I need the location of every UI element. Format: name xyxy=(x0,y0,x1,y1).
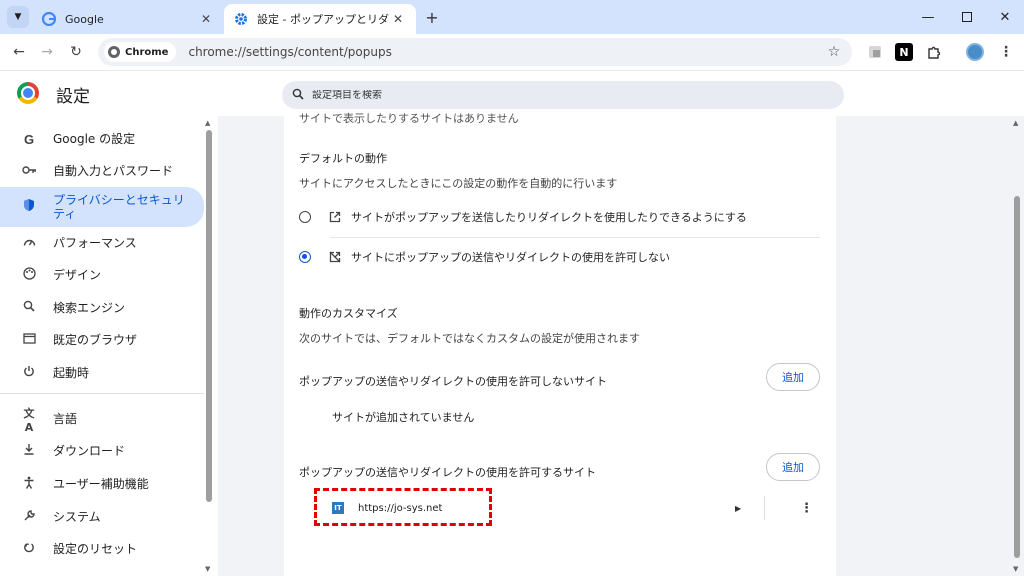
minimize-button[interactable]: — xyxy=(909,0,947,34)
radio-label: サイトにポップアップの送信やリダイレクトの使用を許可しない xyxy=(351,251,670,264)
search-icon xyxy=(21,300,37,316)
google-g-icon xyxy=(42,12,56,26)
add-blocked-site-button[interactable]: 追加 xyxy=(766,363,820,391)
reload-icon: ↻ xyxy=(70,44,82,60)
download-icon xyxy=(21,443,37,459)
browser-window-icon xyxy=(21,332,37,348)
highlight-box xyxy=(314,488,492,526)
sidebar-item-reset[interactable]: 設定のリセット xyxy=(0,531,204,567)
menu-button[interactable]: ⋮ xyxy=(995,41,1017,63)
custom-behavior-description: 次のサイトでは、デフォルトではなくカスタムの設定が使用されます xyxy=(299,332,640,345)
reset-icon xyxy=(21,541,37,557)
scroll-down-arrow-icon[interactable]: ▼ xyxy=(1013,565,1018,573)
radio-button[interactable] xyxy=(299,211,311,223)
custom-behavior-heading: 動作のカスタマイズ xyxy=(299,307,398,320)
browser-toolbar: ← → ↻ Chrome chrome://settings/content/p… xyxy=(0,34,1024,70)
palette-icon xyxy=(21,266,37,284)
kebab-menu-icon: ⋮ xyxy=(999,44,1013,60)
sidebar-scrollbar[interactable] xyxy=(206,130,212,502)
chrome-logo-icon xyxy=(17,82,39,104)
tab-google[interactable]: Google ✕ xyxy=(32,4,224,34)
address-bar[interactable]: Chrome chrome://settings/content/popups … xyxy=(98,38,852,66)
reload-button[interactable]: ↻ xyxy=(65,41,87,63)
square-icon xyxy=(962,12,972,22)
sidebar-item-default-browser[interactable]: 既定のブラウザ xyxy=(0,322,204,358)
google-g-icon: G xyxy=(23,131,35,147)
chip-label: Chrome xyxy=(125,46,169,58)
translate-icon: 文A xyxy=(23,406,35,434)
block-list-heading: ポップアップの送信やリダイレクトの使用を許可しないサイト xyxy=(299,375,607,388)
sidebar-item-privacy[interactable]: プライバシーとセキュリティ xyxy=(0,187,204,227)
main-scrollbar[interactable] xyxy=(1014,196,1020,558)
puzzle-icon[interactable] xyxy=(924,43,942,61)
divider xyxy=(764,496,765,520)
settings-search[interactable] xyxy=(282,81,844,109)
scroll-up-arrow-icon[interactable]: ▲ xyxy=(1013,119,1018,127)
gauge-icon xyxy=(21,236,37,251)
url-text[interactable]: chrome://settings/content/popups xyxy=(188,45,822,59)
sidebar-item-autofill[interactable]: 自動入力とパスワード xyxy=(0,153,204,189)
sidebar-item-search-engine[interactable]: 検索エンジン xyxy=(0,290,204,326)
radio-button-checked[interactable] xyxy=(299,251,311,263)
tab-title: 設定 - ポップアップとリダイレクト xyxy=(257,13,390,26)
site-chip[interactable]: Chrome xyxy=(104,42,177,62)
default-behavior-description: サイトにアクセスしたときにこの設定の動作を自動的に行います xyxy=(299,177,618,190)
sidebar-item-languages[interactable]: 文A 言語 xyxy=(0,401,204,437)
main-content: サイトで表示したりするサイトはありません デフォルトの動作 サイトにアクセスした… xyxy=(218,112,1018,576)
radio-block-popups[interactable]: サイトにポップアップの送信やリダイレクトの使用を許可しない xyxy=(299,238,819,276)
sidebar-item-downloads[interactable]: ダウンロード xyxy=(0,433,204,469)
add-allowed-site-button[interactable]: 追加 xyxy=(766,453,820,481)
maximize-button[interactable] xyxy=(948,0,986,34)
gear-icon xyxy=(234,12,248,26)
back-button[interactable]: ← xyxy=(8,41,30,63)
sidebar-divider xyxy=(0,393,204,394)
tab-search-button[interactable]: ▼ xyxy=(7,6,29,28)
more-actions-icon[interactable]: ⋮ xyxy=(800,501,813,516)
sidebar: G Google の設定 自動入力とパスワード プライバシーとセキュリティ パフ… xyxy=(0,116,218,576)
sidebar-item-system[interactable]: システム xyxy=(0,499,204,535)
tab-title: Google xyxy=(65,12,104,26)
arrow-left-icon: ← xyxy=(13,44,25,60)
key-icon xyxy=(21,164,37,179)
arrow-right-icon: → xyxy=(41,44,53,60)
search-input[interactable] xyxy=(312,89,712,101)
avatar[interactable] xyxy=(966,43,984,61)
empty-list-text: サイトが追加されていません xyxy=(332,411,475,424)
clipped-text: サイトで表示したりするサイトはありません xyxy=(299,112,519,125)
close-window-button[interactable]: ✕ xyxy=(986,0,1024,34)
sidebar-item-performance[interactable]: パフォーマンス xyxy=(0,225,204,261)
sidebar-item-google[interactable]: G Google の設定 xyxy=(0,121,204,157)
sidebar-item-accessibility[interactable]: ユーザー補助機能 xyxy=(0,466,204,502)
tab-strip: ▼ Google ✕ 設定 - ポップアップとリダイレクト ✕ + — ✕ xyxy=(0,0,1024,34)
popup-blocked-icon xyxy=(329,251,341,263)
open-in-new-icon xyxy=(329,211,341,223)
default-behavior-heading: デフォルトの動作 xyxy=(299,152,387,165)
extension-icon[interactable] xyxy=(866,43,884,61)
page-title: 設定 xyxy=(56,87,90,107)
star-icon[interactable]: ☆ xyxy=(822,44,846,60)
accessibility-icon xyxy=(21,476,37,493)
chevron-down-icon: ▼ xyxy=(14,12,22,22)
sidebar-item-startup[interactable]: 起動時 xyxy=(0,355,204,391)
forward-button[interactable]: → xyxy=(36,41,58,63)
sidebar-item-appearance[interactable]: デザイン xyxy=(0,257,204,293)
tab-settings[interactable]: 設定 - ポップアップとリダイレクト ✕ xyxy=(224,4,416,34)
close-icon[interactable]: ✕ xyxy=(198,11,214,27)
wrench-icon xyxy=(21,509,37,526)
search-icon xyxy=(292,88,306,103)
notion-icon[interactable]: N xyxy=(895,43,913,61)
scroll-up-arrow-icon[interactable]: ▲ xyxy=(205,119,210,127)
new-tab-button[interactable]: + xyxy=(421,6,443,28)
shield-icon xyxy=(21,198,37,216)
allow-list-heading: ポップアップの送信やリダイレクトの使用を許可するサイト xyxy=(299,466,596,479)
radio-allow-popups[interactable]: サイトがポップアップを送信したりリダイレクトを使用したりできるようにする xyxy=(299,198,819,236)
expand-arrow-icon[interactable]: ▶ xyxy=(735,504,741,513)
power-icon xyxy=(21,365,37,381)
close-icon[interactable]: ✕ xyxy=(390,11,406,27)
chrome-icon xyxy=(108,46,120,58)
radio-label: サイトがポップアップを送信したりリダイレクトを使用したりできるようにする xyxy=(351,211,747,224)
scroll-down-arrow-icon[interactable]: ▼ xyxy=(205,565,210,573)
